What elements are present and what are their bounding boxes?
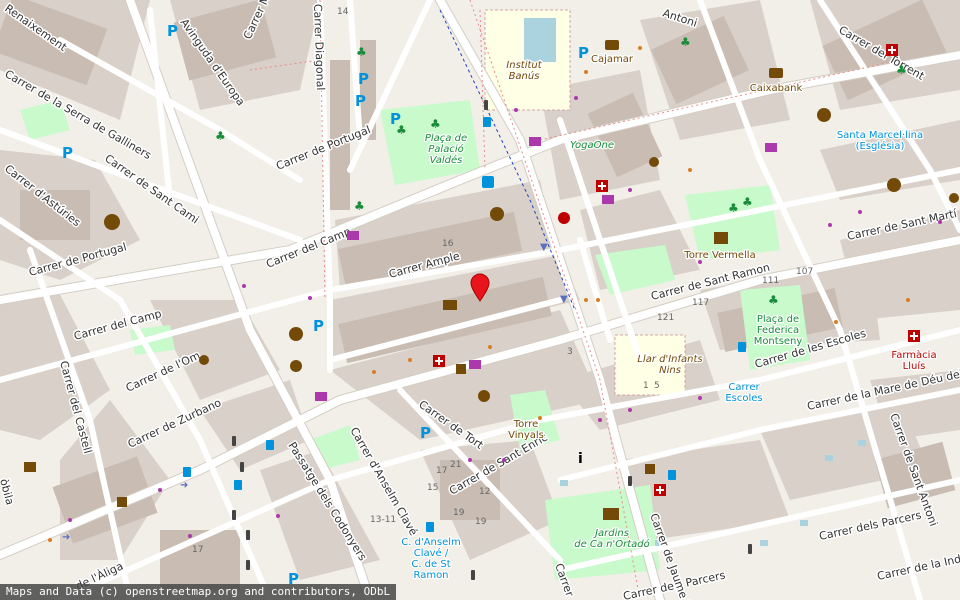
house-number: 1 [643,381,649,391]
house-number: 19 [453,508,465,518]
svg-text:▼: ▼ [540,242,548,253]
bank-icon[interactable] [605,40,619,50]
shop-icon[interactable] [529,137,541,146]
playground-icon[interactable]: ♣ [396,123,407,137]
poi-label-torre-vermella: Torre Vermella [683,250,755,261]
house-number: 14 [337,7,349,17]
shop-icon[interactable] [315,392,327,401]
parking-icon[interactable]: P [420,424,431,442]
castle-icon[interactable] [714,232,728,244]
poi-label-placa-federica: Plaça de Federica Montseny [754,314,803,347]
house-number: 19 [475,517,487,527]
bank-icon[interactable] [769,68,783,78]
house-number: 111 [762,276,779,286]
dentist-icon[interactable] [558,212,570,224]
map-canvas: Renaixement Avinguda d'Europa Carrer Me … [0,0,960,600]
playground-icon[interactable]: ♣ [896,63,907,77]
pharmacy-icon[interactable] [433,355,445,367]
poi-label-placa-palacio: Plaça de Palació Valdés [425,133,467,166]
poi-label-institut-banus: Institut Banús [506,60,542,82]
shop-icon[interactable] [765,143,777,152]
fuel-station-icon[interactable] [482,176,494,188]
townhall-icon[interactable] [603,508,619,520]
shop-icon[interactable] [347,231,359,240]
playground-icon[interactable]: ♣ [728,201,739,215]
sports-pitch [524,18,556,62]
art-icon[interactable] [817,108,831,122]
pharmacy-icon[interactable] [886,44,898,56]
svg-text:➜: ➜ [62,532,70,543]
house-number: 107 [796,267,813,277]
cafe-icon[interactable] [117,497,127,507]
bus-stop-icon[interactable] [183,467,191,477]
house-number: 17 [192,545,203,555]
playground-icon[interactable]: ♣ [768,293,779,307]
playground-icon[interactable]: ♣ [430,117,441,131]
playground-icon[interactable]: ♣ [354,199,365,213]
parking-icon[interactable]: P [355,92,366,110]
bus-stop-icon[interactable] [668,470,676,480]
playground-icon[interactable]: ♣ [742,195,753,209]
recycling-icon[interactable] [289,327,303,341]
poi-label-escoles-stop: Carrer Escoles [725,382,762,404]
information-icon[interactable]: i [578,451,583,467]
parking-icon[interactable]: P [358,70,369,88]
house-number: 21 [450,460,461,470]
shop-icon[interactable] [469,360,481,369]
parking-icon[interactable]: P [167,22,178,40]
phone-icon[interactable] [199,355,209,365]
bus-stop-icon[interactable] [483,117,491,127]
parking-icon[interactable]: P [62,144,73,162]
playground-icon[interactable]: ♣ [356,45,367,59]
house-number: 13-11 [370,515,396,525]
svg-text:▼: ▼ [560,294,568,305]
recycling-icon[interactable] [290,360,302,372]
toilets-icon[interactable] [104,214,120,230]
house-number: 5 [654,381,660,391]
house-number: 17 [436,466,447,476]
post-office-icon[interactable] [443,300,457,310]
bus-stop-icon[interactable] [234,480,242,490]
poi-label-cajamar: Cajamar [591,54,634,65]
parking-icon[interactable]: P [313,317,324,335]
playground-icon[interactable]: ♣ [680,35,691,49]
house-number: 121 [657,313,674,323]
poi-label-yogaone: YogaOne [570,140,614,151]
art-icon[interactable] [949,193,959,203]
house-number: 16 [442,239,454,249]
cafe-icon[interactable] [456,364,466,374]
poi-label-caixabank: Caixabank [750,83,803,94]
art-icon[interactable] [887,178,901,192]
playground-icon[interactable]: ♣ [215,129,226,143]
playground-icon[interactable] [478,390,490,402]
car-icon[interactable] [24,462,36,472]
map-attribution: Maps and Data (c) openstreetmap.org and … [0,584,397,600]
phone-icon[interactable] [649,157,659,167]
bus-stop-icon[interactable] [426,522,434,532]
house-number: 3 [567,347,573,357]
bus-stop-icon[interactable] [266,440,274,450]
cafe-icon[interactable] [645,464,655,474]
map-view[interactable]: Renaixement Avinguda d'Europa Carrer Me … [0,0,960,600]
pharmacy-icon[interactable] [908,330,920,342]
shop-icon[interactable] [602,195,614,204]
parking-icon[interactable]: P [578,44,589,62]
monument-icon[interactable] [490,207,504,221]
house-number: 117 [692,298,709,308]
house-number: 15 [427,483,438,493]
bus-stop-icon[interactable] [738,342,746,352]
pharmacy-icon[interactable] [654,484,666,496]
pharmacy-icon[interactable] [596,180,608,192]
house-number: 12 [479,487,490,497]
svg-text:➜: ➜ [180,480,188,491]
